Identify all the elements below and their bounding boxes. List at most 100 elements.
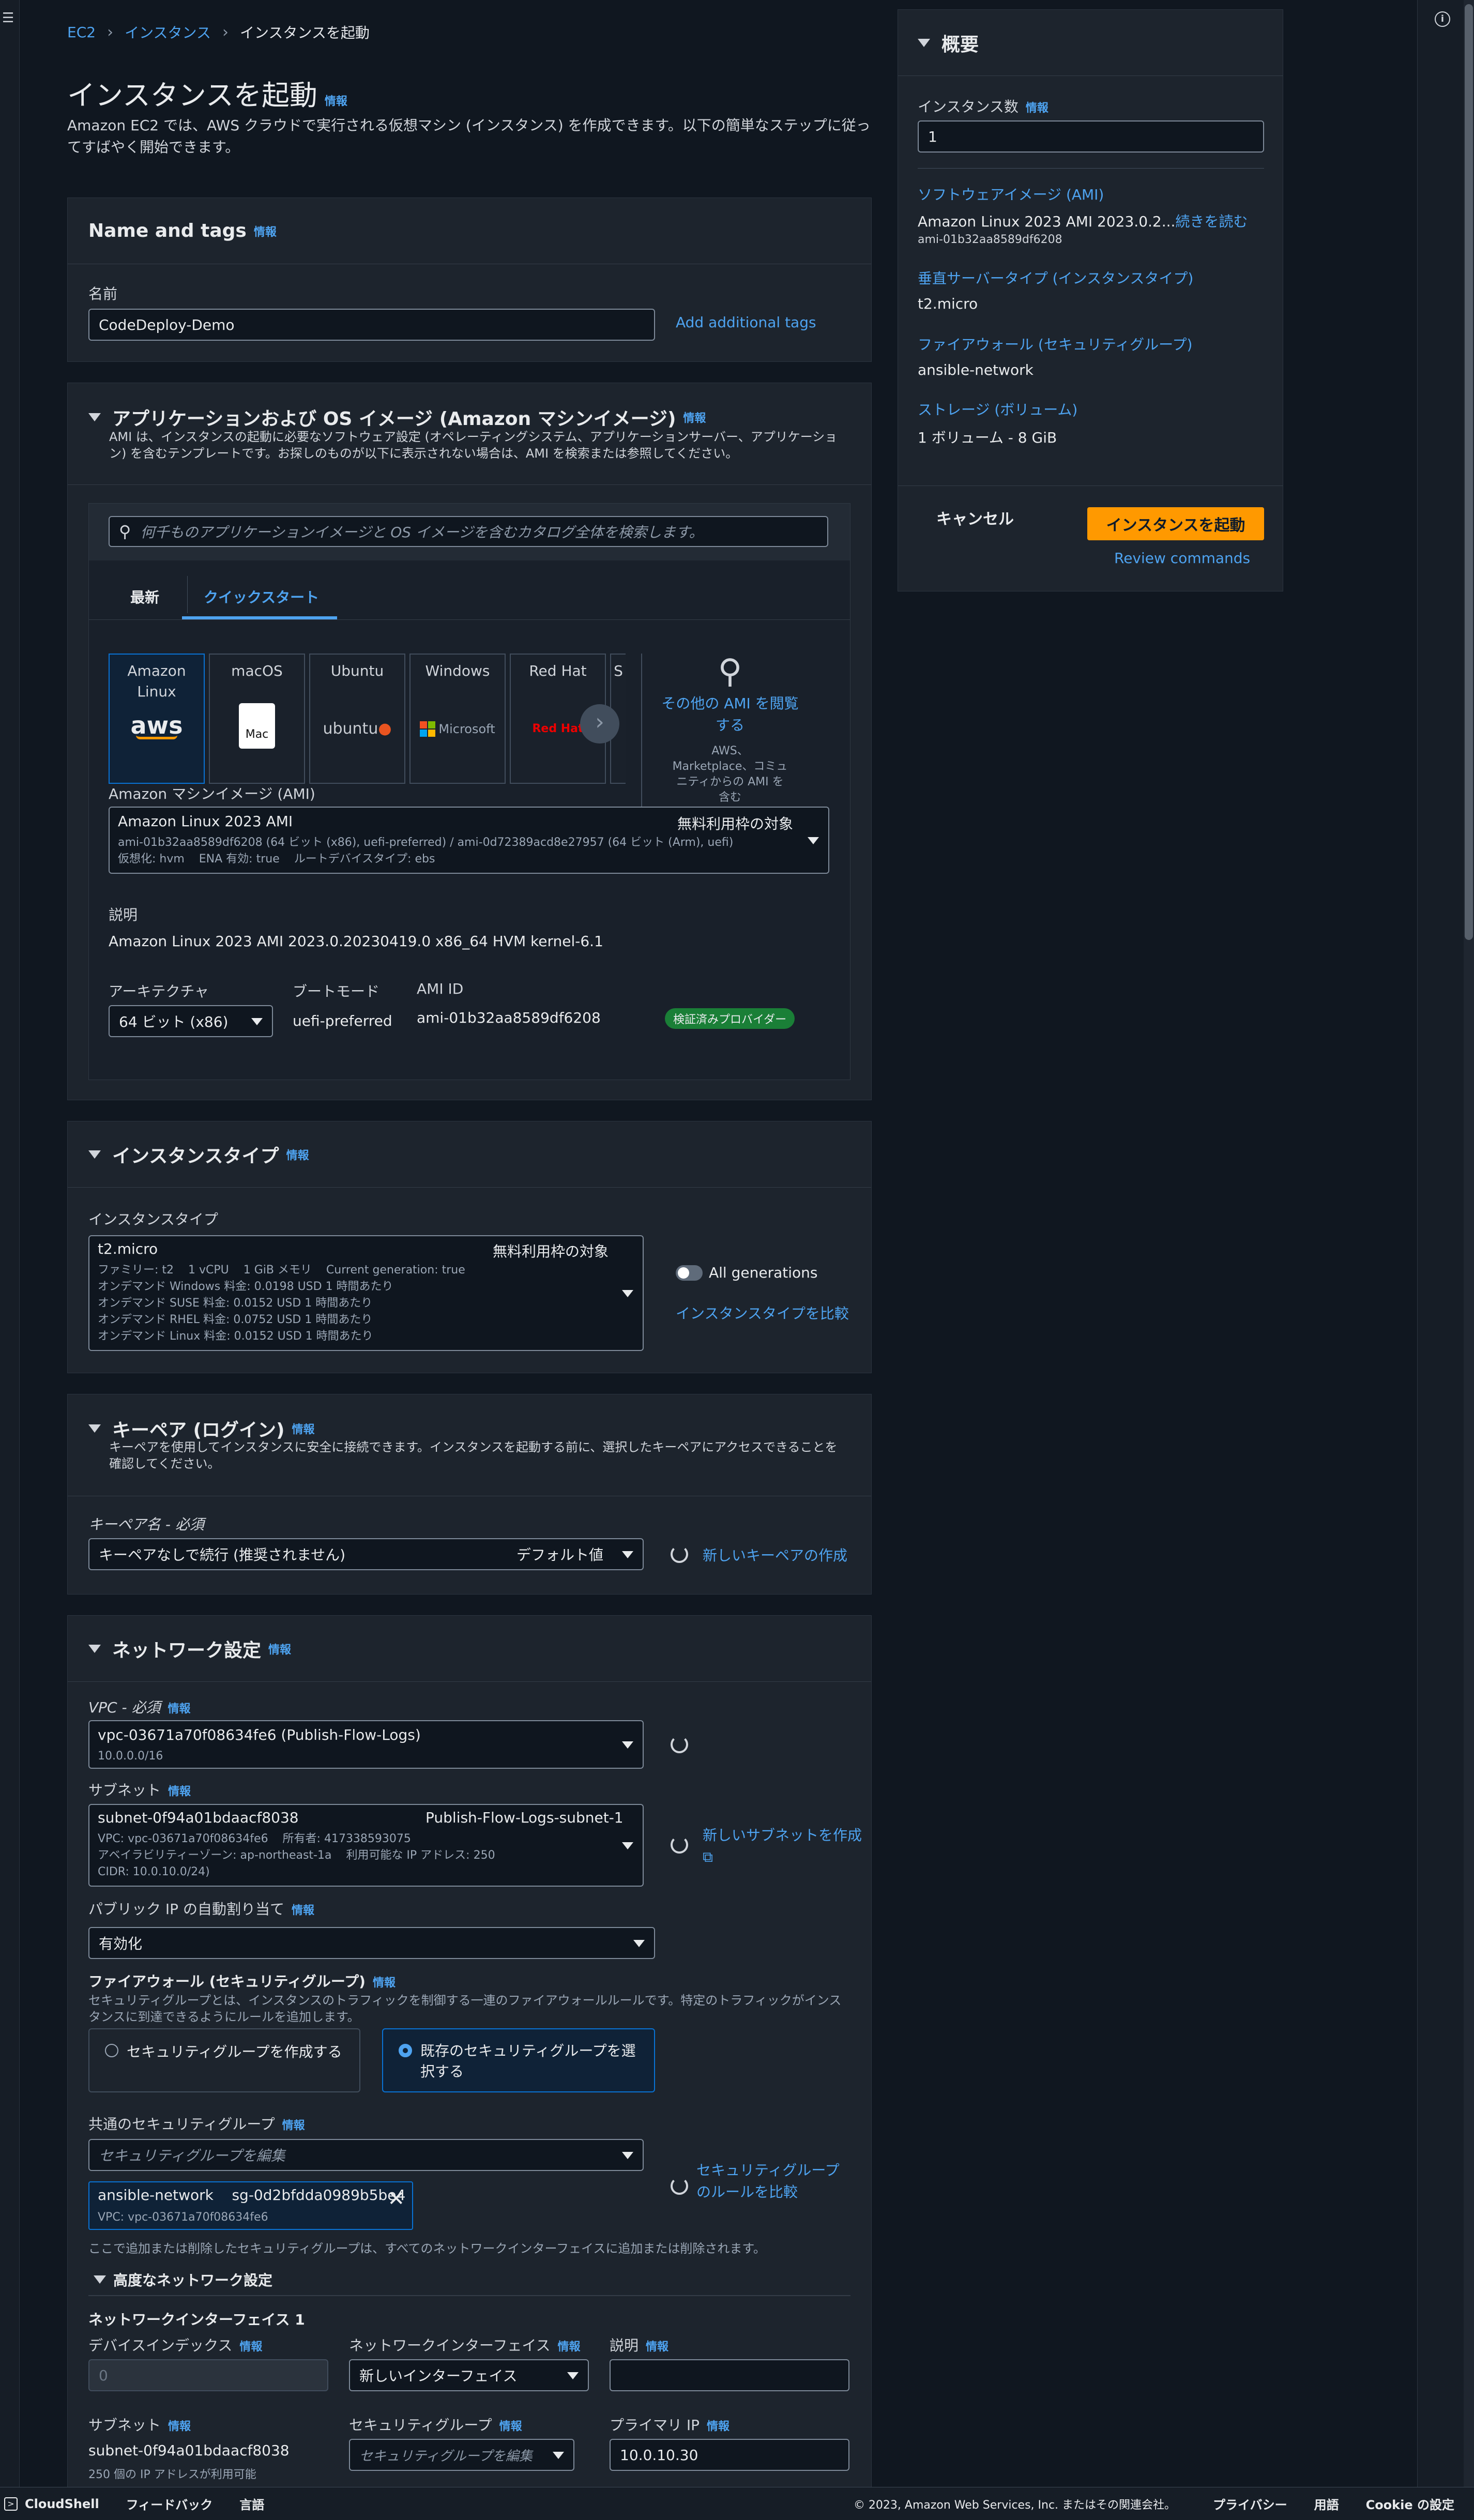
subnet-select[interactable]: subnet-0f94a01bdaacf8038 Publish-Flow-Lo… — [88, 1804, 644, 1887]
cookie-settings-link[interactable]: Cookie の設定 — [1366, 2495, 1454, 2513]
instance-type-header[interactable]: インスタンスタイプ 情報 — [68, 1121, 871, 1188]
network-header[interactable]: ネットワーク設定 情報 — [68, 1616, 871, 1682]
tab-quickstart[interactable]: クイックスタート — [204, 586, 319, 607]
common-sg-select[interactable]: セキュリティグループを編集 — [88, 2139, 644, 2171]
vpc-select[interactable]: vpc-03671a70f08634fe6 (Publish-Flow-Logs… — [88, 1720, 644, 1769]
public-ip-value: 有効化 — [99, 1935, 143, 1952]
subnet2-info-link[interactable]: 情報 — [168, 2420, 191, 2433]
summary-type-link[interactable]: 垂直サーバータイプ (インスタンスタイプ) — [918, 267, 1193, 288]
summary-ami-link[interactable]: ソフトウェアイメージ (AMI) — [918, 184, 1104, 204]
common-sg-info-link[interactable]: 情報 — [282, 2119, 305, 2132]
keypair-select[interactable]: キーペアなしで続行 (推奨されません) デフォルト値 — [88, 1538, 644, 1570]
instance-type-select[interactable]: t2.micro 無料利用枠の対象 ファミリー: t2 1 vCPU 1 GiB… — [88, 1235, 644, 1351]
summary-header[interactable]: 概要 — [898, 10, 1283, 76]
summary-fw-value: ansible-network — [918, 361, 1034, 378]
info-panel-icon[interactable]: i — [1435, 11, 1450, 27]
ami-tile-macos[interactable]: macOS Mac — [209, 654, 305, 784]
name-tags-info-link[interactable]: 情報 — [254, 223, 277, 239]
instance-type-info-link[interactable]: 情報 — [286, 1146, 309, 1163]
refresh-icon[interactable] — [671, 1545, 688, 1563]
compare-sg-link[interactable]: セキュリティグループのルールを比較 — [696, 2160, 852, 2203]
carousel-next-icon[interactable]: › — [580, 704, 619, 743]
terms-link[interactable]: 用語 — [1314, 2495, 1339, 2513]
public-ip-info-link[interactable]: 情報 — [292, 1904, 314, 1917]
mac-logo-icon: Mac — [239, 703, 275, 749]
device-index-info-link[interactable]: 情報 — [239, 2341, 262, 2354]
instance-count-input[interactable]: 1 — [918, 120, 1264, 153]
subnet-info-link[interactable]: 情報 — [168, 1785, 191, 1798]
refresh-icon[interactable] — [671, 1836, 688, 1854]
fw-existing-option[interactable]: 既存のセキュリティグループを選択する — [382, 2028, 655, 2092]
firewall-info-link[interactable]: 情報 — [373, 1977, 396, 1990]
ami-tile-amazon-linux[interactable]: Amazon Linux aws — [109, 654, 205, 784]
add-tags-link[interactable]: Add additional tags — [676, 314, 816, 331]
ami-search-input[interactable]: ⚲ 何千ものアプリケーションイメージと OS イメージを含むカタログ全体を検索し… — [109, 516, 828, 547]
sg2-info-link[interactable]: 情報 — [499, 2420, 522, 2433]
cancel-button[interactable]: キャンセル — [936, 506, 1014, 529]
radio-existing[interactable] — [399, 2044, 412, 2057]
create-subnet-link[interactable]: 新しいサブネットを作成 ⧉ — [703, 1825, 868, 1868]
cloudshell-link[interactable]: CloudShell — [25, 2497, 99, 2511]
breadcrumb-ec2[interactable]: EC2 — [67, 24, 96, 41]
nic-info-link[interactable]: 情報 — [557, 2341, 580, 2354]
ami-info-link[interactable]: 情報 — [683, 409, 706, 426]
page-info-link[interactable]: 情報 — [325, 92, 347, 109]
breadcrumb-instances[interactable]: インスタンス — [125, 22, 211, 42]
caret-down-icon — [88, 1644, 101, 1653]
close-icon[interactable]: ✕ — [387, 2189, 405, 2209]
refresh-icon[interactable] — [671, 2177, 688, 2195]
tab-recent[interactable]: 最新 — [130, 586, 159, 607]
ami-select[interactable]: Amazon Linux 2023 AMI 無料利用枠の対象 ami-01b32… — [109, 807, 829, 874]
nic-desc-info-link[interactable]: 情報 — [646, 2341, 668, 2354]
ami-header[interactable]: アプリケーションおよび OS イメージ (Amazon マシンイメージ) 情報 — [88, 404, 706, 431]
subnet-line1: VPC: vpc-03671a70f08634fe6 所有者: 41733859… — [98, 1832, 411, 1845]
fw-create-option[interactable]: セキュリティグループを作成する — [88, 2028, 360, 2092]
page-title: インスタンスを起動 情報 — [67, 72, 347, 113]
ami-tile-windows[interactable]: Windows Microsoft — [409, 654, 506, 784]
scrollbar-thumb[interactable] — [1465, 4, 1473, 940]
language-link[interactable]: 言語 — [239, 2495, 264, 2513]
all-generations-toggle[interactable] — [676, 1265, 703, 1281]
summary-fw-link[interactable]: ファイアウォール (セキュリティグループ) — [918, 333, 1192, 354]
keypair-header[interactable]: キーペア (ログイン) 情報 — [88, 1415, 314, 1442]
launch-instance-button[interactable]: インスタンスを起動 — [1087, 507, 1264, 540]
vpc-info-link[interactable]: 情報 — [168, 1703, 191, 1716]
nic-title: ネットワークインターフェイス 1 — [88, 2311, 305, 2328]
radio-create[interactable] — [105, 2044, 118, 2057]
review-commands-link[interactable]: Review commands — [1114, 550, 1250, 567]
feedback-link[interactable]: フィードバック — [126, 2495, 213, 2513]
arch-select[interactable]: 64 ビット (x86) — [109, 1005, 273, 1037]
create-keypair-link[interactable]: 新しいキーペアの作成 — [703, 1544, 847, 1565]
caret-down-icon — [808, 837, 819, 844]
scrollbar[interactable] — [1464, 0, 1474, 2487]
sg2-select[interactable]: セキュリティグループを編集 — [349, 2439, 574, 2471]
primary-ip-info-link[interactable]: 情報 — [707, 2420, 730, 2433]
sg2-label: セキュリティグループ 情報 — [349, 2414, 522, 2435]
divider — [918, 168, 1264, 169]
public-ip-select[interactable]: 有効化 — [88, 1927, 655, 1959]
ami-tile-ubuntu[interactable]: Ubuntu ubuntu● — [309, 654, 405, 784]
instance-count-info-link[interactable]: 情報 — [1026, 102, 1048, 115]
terminal-icon[interactable]: > — [4, 2497, 18, 2511]
summary-storage-link[interactable]: ストレージ (ボリューム) — [918, 399, 1077, 419]
compare-instance-types-link[interactable]: インスタンスタイプを比較 — [676, 1302, 849, 1323]
ami-select-label: Amazon マシンイメージ (AMI) — [109, 785, 315, 802]
verified-provider-badge: 検証済みプロバイダー — [665, 1008, 795, 1029]
chevron-right-icon: › — [107, 23, 114, 41]
nic-desc-input[interactable] — [610, 2359, 849, 2391]
browse-more-ami-link[interactable]: その他の AMI を閲覧する — [658, 693, 802, 736]
network-info-link[interactable]: 情報 — [268, 1641, 291, 1657]
read-more-link[interactable]: 続きを読む — [1175, 213, 1248, 230]
keypair-info-link[interactable]: 情報 — [292, 1420, 314, 1437]
refresh-icon[interactable] — [671, 1736, 688, 1753]
nic-select[interactable]: 新しいインターフェイス — [349, 2359, 589, 2391]
browse-more-ami[interactable]: ⚲ その他の AMI を閲覧する AWS、Marketplace、コミュニティか… — [658, 654, 802, 806]
ami-panel: アプリケーションおよび OS イメージ (Amazon マシンイメージ) 情報 … — [67, 383, 872, 1100]
primary-ip-input[interactable]: 10.0.10.30 — [610, 2439, 849, 2471]
menu-icon[interactable]: ☰ — [2, 11, 14, 25]
privacy-link[interactable]: プライバシー — [1213, 2495, 1287, 2513]
name-input-value: CodeDeploy-Demo — [99, 316, 235, 333]
advanced-network-toggle[interactable]: 高度なネットワーク設定 — [88, 2269, 272, 2290]
chevron-right-icon: › — [222, 23, 229, 41]
name-input[interactable]: CodeDeploy-Demo — [88, 309, 655, 341]
